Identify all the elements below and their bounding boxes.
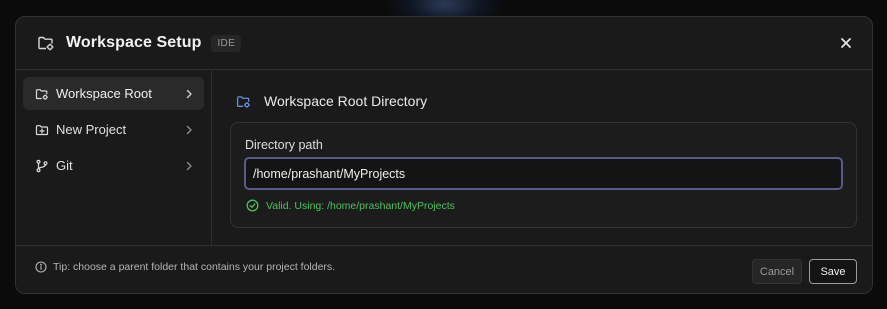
dialog-footer: Tip: choose a parent folder that contain… <box>16 245 872 293</box>
main-panel: Workspace Root Directory Directory path … <box>212 70 872 245</box>
dialog-header: Workspace Setup IDE <box>16 17 872 70</box>
chevron-right-icon <box>184 89 194 99</box>
chevron-right-icon <box>184 161 194 171</box>
sidebar-item-new-project[interactable]: New Project <box>23 113 204 146</box>
directory-path-label: Directory path <box>245 138 323 152</box>
folder-settings-icon <box>37 34 55 52</box>
validation-text: Valid. Using: /home/prashant/MyProjects <box>266 199 455 212</box>
sidebar-item-label: Workspace Root <box>56 86 152 101</box>
git-branch-icon <box>35 159 49 173</box>
validation-message: Valid. Using: /home/prashant/MyProjects <box>246 199 455 212</box>
section-title: Workspace Root Directory <box>236 93 427 109</box>
sidebar-item-workspace-root[interactable]: Workspace Root <box>23 77 204 110</box>
folder-settings-icon <box>35 87 49 101</box>
cancel-button[interactable]: Cancel <box>752 259 802 284</box>
folder-settings-icon <box>236 94 251 109</box>
sidebar-item-git[interactable]: Git <box>23 149 204 182</box>
info-icon <box>35 261 47 273</box>
save-button[interactable]: Save <box>809 259 857 284</box>
ide-badge: IDE <box>211 34 242 52</box>
workspace-setup-dialog: Workspace Setup IDE Workspace Root New P… <box>15 16 873 294</box>
section-title-text: Workspace Root Directory <box>264 93 428 109</box>
directory-card: Directory path Valid. Using: /home/prash… <box>230 122 857 228</box>
tip-text: Tip: choose a parent folder that contain… <box>53 261 336 273</box>
directory-path-input[interactable] <box>244 157 843 190</box>
dialog-title: Workspace Setup <box>66 34 202 51</box>
sidebar-item-label: New Project <box>56 122 127 137</box>
close-icon[interactable] <box>838 35 854 51</box>
check-circle-icon <box>246 199 259 212</box>
chevron-right-icon <box>184 125 194 135</box>
tip: Tip: choose a parent folder that contain… <box>35 261 335 273</box>
sidebar: Workspace Root New Project Git <box>16 70 212 245</box>
folder-plus-icon <box>35 123 49 137</box>
sidebar-item-label: Git <box>56 158 73 173</box>
